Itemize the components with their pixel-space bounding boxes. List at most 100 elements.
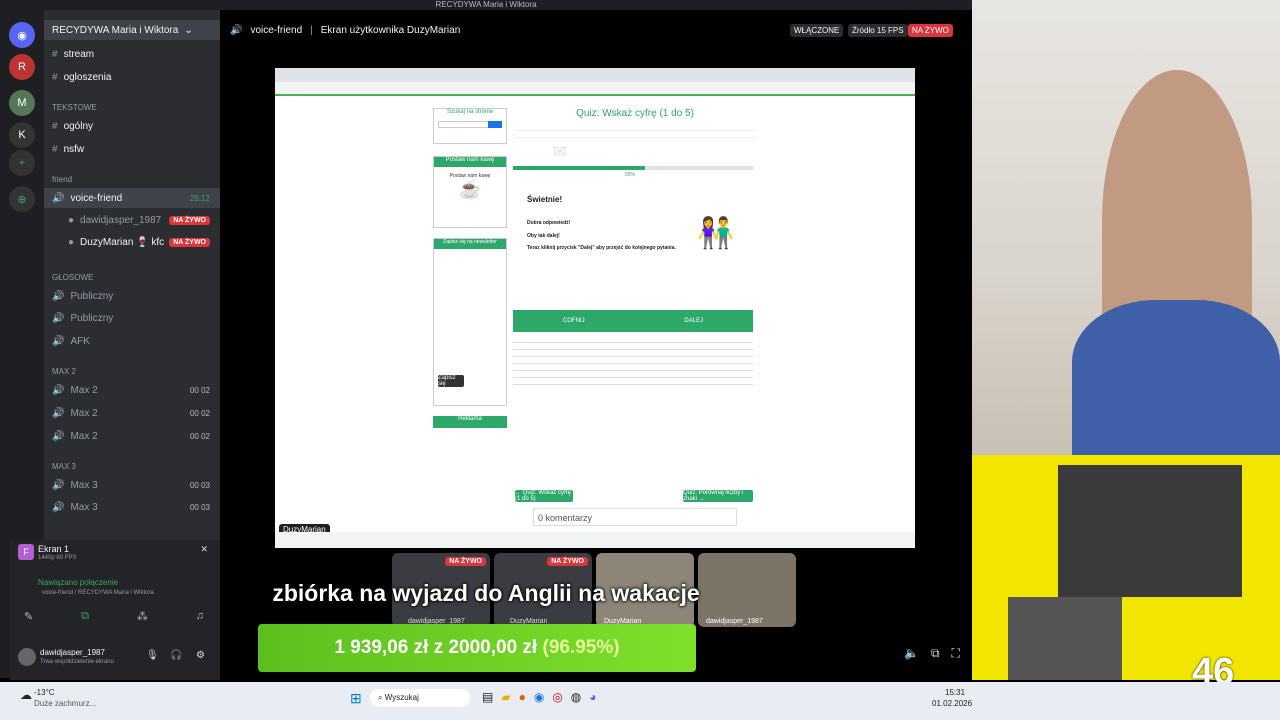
weather-desc: Duże zachmurz... [34, 699, 97, 708]
server-icon-2[interactable]: M [9, 90, 35, 116]
folder-icon[interactable]: ▰ [501, 690, 510, 704]
channel-max3[interactable]: 🔊 Max 3 00 03 [44, 497, 220, 517]
mic-icon[interactable]: 🎙 [146, 650, 159, 661]
clock-time: 15:31 [945, 688, 966, 697]
popout-icon[interactable]: ⧉ [931, 646, 940, 661]
comments-count: 0 komentarzy [533, 508, 737, 526]
channel-ogloszenia[interactable]: # ogloszenia [44, 67, 220, 87]
separator: | [310, 24, 313, 36]
voice-member[interactable]: ● DuzyMarian 🍷 kfc NA ŻYWO [44, 232, 220, 252]
discord-home-icon[interactable]: ◉ [9, 22, 35, 48]
settings-gear-icon[interactable]: ⚙ [196, 650, 205, 661]
shared-screen[interactable]: Szukaj na stronie Postaw nam kawę Postaw… [275, 68, 915, 548]
search-button[interactable] [488, 121, 502, 128]
breadcrumb[interactable] [515, 124, 755, 140]
opera-icon[interactable]: ◎ [552, 690, 562, 704]
category-max2[interactable]: MAX 2 [52, 367, 76, 376]
ad-title: Reklama [433, 416, 507, 428]
fundraiser-caption: zbiórka na wyjazd do Anglii na wakacje [272, 580, 700, 606]
coffee-cup-icon[interactable]: ☕ [434, 179, 506, 200]
category-friend[interactable]: friend [52, 175, 72, 184]
channel-publiczny[interactable]: 🔊 Publiczny [44, 308, 220, 328]
live-badge: NA ŻYWO [908, 23, 953, 37]
channel-max2[interactable]: 🔊 Max 2 00 02 [44, 426, 220, 446]
live-badge: NA ŻYWO [169, 215, 210, 225]
stream-preview-card[interactable]: F Ekran 1 1440p 60 FPS ✕ [18, 544, 208, 564]
headphones-icon[interactable]: 🎧 [170, 650, 182, 661]
channel-label: Publiczny [70, 290, 114, 302]
channel-publiczny[interactable]: 🔊 Publiczny [44, 286, 220, 306]
webcam-feed [972, 0, 1280, 455]
chevron-down-icon: ⌄ [184, 24, 193, 36]
soundboard-icon[interactable]: ♫ [196, 610, 204, 628]
avatar[interactable] [18, 648, 36, 666]
back-button[interactable]: COFNIJ [563, 318, 585, 324]
weather-icon[interactable]: ☁ [20, 688, 32, 702]
speaker-icon: 🔊 [52, 290, 65, 302]
next-button[interactable]: DALEJ [684, 318, 703, 324]
channel-label: ogólny [63, 120, 94, 132]
volume-icon[interactable]: 🔈 [904, 646, 919, 661]
channel-title: voice-friend [250, 24, 303, 36]
channel-label: voice-friend [70, 192, 123, 204]
amount-separator: z [433, 637, 444, 658]
username: dawidjasper_1987 [40, 648, 105, 657]
channel-label: AFK [70, 335, 90, 347]
channel-voice-friend[interactable]: 🔊 voice-friend 25:12 [44, 188, 220, 208]
search-input[interactable]: ⌕ Wyszukaj [370, 689, 470, 707]
channel-nsfw[interactable]: # nsfw [44, 139, 220, 159]
person-shirt [1072, 300, 1280, 455]
subscribe-button[interactable]: Zapisz się [438, 375, 464, 387]
explore-icon[interactable]: ⊕ [9, 186, 35, 212]
widget-title: Zapisz się na newsletter [434, 239, 506, 249]
channel-max2[interactable]: 🔊 Max 2 00 02 [44, 403, 220, 423]
browser-address-bar[interactable] [275, 82, 915, 96]
progress-label: 55% [625, 172, 636, 178]
stream-quality: 1440p 60 FPS [38, 555, 77, 561]
channel-ogolny[interactable]: # ogólny [44, 116, 220, 136]
browser-tabbar [275, 68, 915, 82]
feedback-title: Świetnie! [527, 195, 563, 204]
add-server-icon[interactable]: + [9, 150, 35, 176]
speaker-icon: 🔊 [52, 312, 65, 324]
channel-stream[interactable]: # stream [44, 44, 220, 64]
activities-icon[interactable]: ⁂ [137, 610, 148, 628]
envelope-icon[interactable]: ✉ [553, 142, 566, 162]
task-view-icon[interactable]: ▤ [482, 690, 493, 704]
category-max3[interactable]: MAX 3 [52, 462, 76, 471]
amount-raised: 1 939,06 zł [334, 637, 429, 658]
prev-quiz-button[interactable]: ← Quiz: Wskaż cyfrę (1 do 5) [515, 490, 573, 502]
channel-max3[interactable]: 🔊 Max 3 00 03 [44, 475, 220, 495]
avatar: ● [68, 214, 75, 226]
kids-illustration: 👫 [697, 217, 735, 250]
channel-afk[interactable]: 🔊 AFK [44, 331, 220, 351]
next-quiz-button[interactable]: Quiz: Porównaj liczby i znaki → [683, 490, 753, 502]
server-icon-1[interactable]: R [9, 54, 35, 80]
channel-max2[interactable]: 🔊 Max 2 00 02 [44, 380, 220, 400]
live-badge: NA ŻYWO [445, 557, 486, 566]
channel-label: ogloszenia [63, 71, 112, 83]
search-input[interactable] [438, 121, 502, 128]
chrome-icon[interactable]: ◉ [534, 690, 544, 704]
category-tekstowe[interactable]: TEKSTOWE [52, 103, 97, 112]
camera-off-icon[interactable]: ✎ [24, 610, 33, 628]
search-placeholder: Wyszukaj [384, 693, 419, 702]
server-icon-3[interactable]: K [9, 122, 35, 148]
close-icon[interactable]: ✕ [200, 544, 208, 555]
start-icon[interactable]: ⊞ [350, 690, 362, 707]
connection-location: voice-friend / RECYDYWA Maria i Wiktora [42, 590, 154, 596]
overlay-video [1058, 465, 1242, 597]
share-screen-icon[interactable]: ⧉ [81, 610, 89, 628]
channel-label: nsfw [63, 143, 85, 155]
enabled-badge[interactable]: WŁĄCZONE [790, 23, 844, 37]
channel-label: Max 2 [70, 430, 98, 442]
category-glosowe[interactable]: GŁOSOWE [52, 273, 93, 282]
discord-icon[interactable]: ◕ [589, 690, 596, 704]
voice-member[interactable]: ● dawidjasper_1987 NA ŻYWO [44, 210, 220, 230]
search-widget: Szukaj na stronie [433, 108, 507, 144]
server-header[interactable]: RECYDYWA Maria i Wiktora ⌄ [44, 20, 220, 40]
firefox-icon[interactable]: ● [519, 690, 526, 704]
fullscreen-icon[interactable]: ⛶ [952, 646, 960, 661]
screen-share-icon: F [18, 544, 34, 560]
obs-icon[interactable]: ◍ [571, 690, 581, 704]
